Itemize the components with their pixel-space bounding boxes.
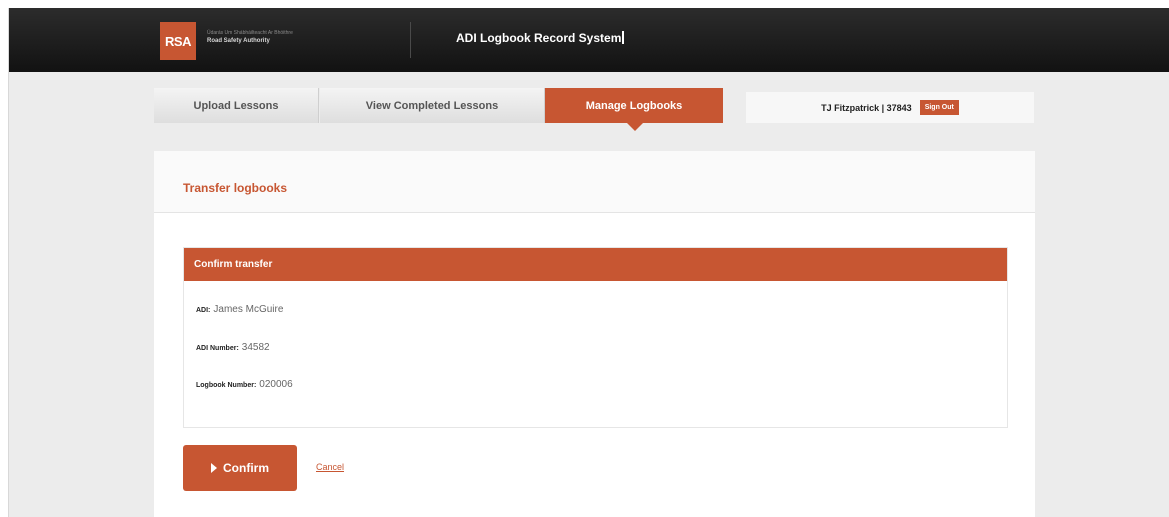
play-arrow-icon xyxy=(211,463,217,473)
tab-view-completed-lessons[interactable]: View Completed Lessons xyxy=(320,88,545,123)
logo-text: RSA xyxy=(165,33,191,49)
user-info: TJ Fitzpatrick | 37843 Sign Out xyxy=(746,92,1034,123)
text-cursor xyxy=(622,31,625,44)
app-title-text: ADI Logbook Record System xyxy=(456,31,622,45)
confirm-transfer-heading: Confirm transfer xyxy=(184,248,1007,281)
tab-upload-lessons[interactable]: Upload Lessons xyxy=(154,88,319,123)
user-name: TJ Fitzpatrick | 37843 xyxy=(821,102,912,113)
adi-label: ADI: xyxy=(196,307,211,314)
app-frame: RSA Údarás Um Shábháilteacht Ar Bhóithre… xyxy=(8,8,1169,517)
main-panel: Transfer logbooks Confirm transfer ADI: J… xyxy=(154,151,1035,517)
logbook-number-value: 020006 xyxy=(259,379,293,390)
adi-number-value: 34582 xyxy=(241,342,270,353)
logbook-number-label: Logbook Number: xyxy=(196,382,257,389)
panel-header: Transfer logbooks xyxy=(154,151,1035,213)
rsa-logo: RSA xyxy=(160,22,196,60)
page-title: Transfer logbooks xyxy=(183,181,288,195)
confirm-transfer-box: Confirm transfer ADI: James McGuire ADI N… xyxy=(183,247,1008,428)
tab-label: Manage Logbooks xyxy=(585,99,683,112)
confirm-button[interactable]: Confirm xyxy=(183,445,297,491)
org-name-english: Road Safety Authority xyxy=(207,38,270,44)
logbook-number-field: Logbook Number: 020006 xyxy=(196,379,293,390)
adi-number-label: ADI Number: xyxy=(196,345,239,352)
adi-field: ADI: James McGuire xyxy=(196,304,283,315)
tab-label: View Completed Lessons xyxy=(365,99,499,112)
confirm-button-label: Confirm xyxy=(223,461,269,475)
org-name-irish: Údarás Um Shábháilteacht Ar Bhóithre xyxy=(207,30,293,36)
tab-label: Upload Lessons xyxy=(193,99,279,112)
top-header: RSA Údarás Um Shábháilteacht Ar Bhóithre… xyxy=(9,8,1169,72)
adi-value: James McGuire xyxy=(213,304,284,315)
adi-number-field: ADI Number: 34582 xyxy=(196,342,270,353)
tab-manage-logbooks[interactable]: Manage Logbooks xyxy=(545,88,723,131)
header-divider xyxy=(410,22,411,58)
cancel-link[interactable]: Cancel xyxy=(316,462,344,472)
sign-out-button[interactable]: Sign Out xyxy=(919,100,959,115)
app-title: ADI Logbook Record System xyxy=(456,31,625,45)
organization-name: Údarás Um Shábháilteacht Ar Bhóithre Roa… xyxy=(207,30,367,46)
